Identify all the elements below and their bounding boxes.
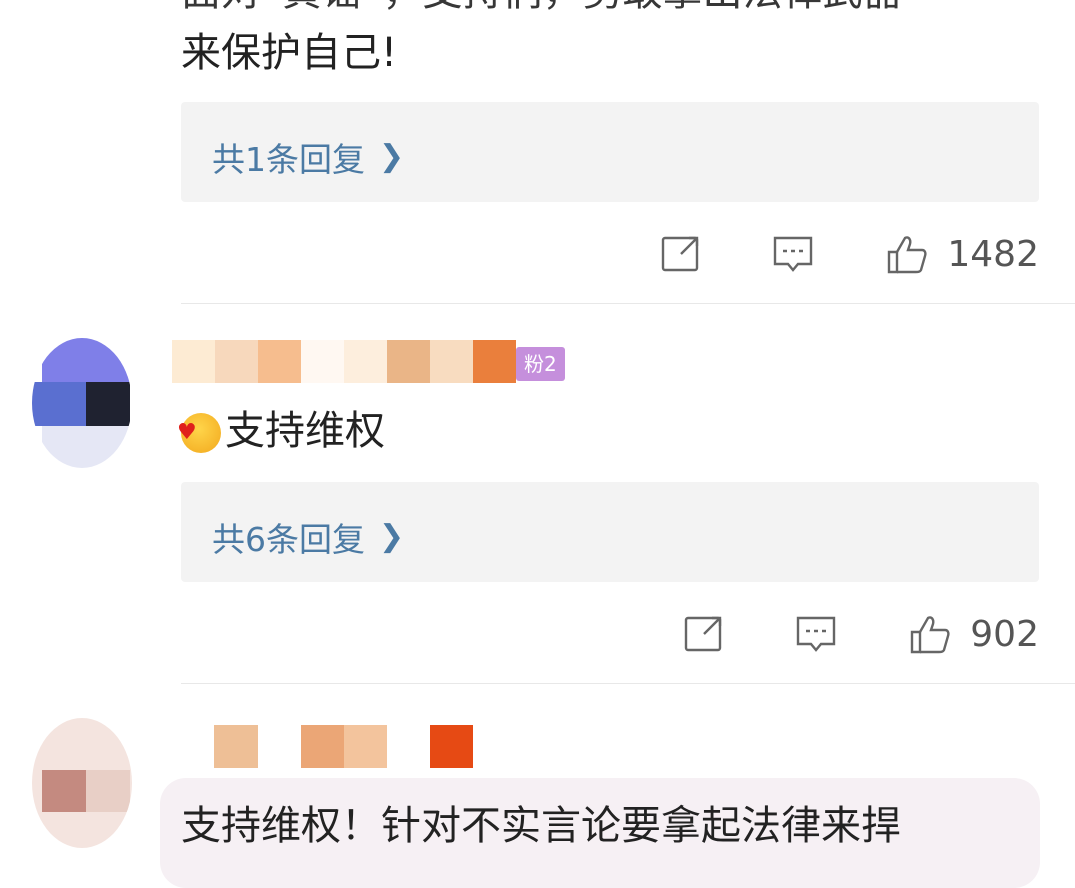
share-icon[interactable] xyxy=(682,612,726,656)
like-icon[interactable] xyxy=(885,232,929,276)
divider xyxy=(181,683,1075,684)
divider xyxy=(181,303,1075,304)
comment-icon[interactable] xyxy=(794,612,838,656)
like-count: 1482 xyxy=(947,233,1039,275)
comment-2-body: 支持维权 xyxy=(225,408,385,454)
comment-1-text: 来保护自己! xyxy=(181,30,398,76)
comment-2-replies-box: 共6条回复 ❯ xyxy=(181,482,1039,582)
comment-1-actions: 1482 xyxy=(659,232,1039,276)
comment-2-actions: 902 xyxy=(682,612,1039,656)
comment-2-replies-link[interactable]: 共6条回复 ❯ xyxy=(212,513,404,561)
fan-badge: 粉2 xyxy=(516,347,565,381)
chevron-right-icon: ❯ xyxy=(379,518,405,554)
comment-2-text: 支持维权 xyxy=(177,405,385,459)
like-icon[interactable] xyxy=(908,612,952,656)
avatar[interactable] xyxy=(32,718,132,848)
like-count: 902 xyxy=(970,613,1039,655)
comment-1-replies-link[interactable]: 共1条回复 ❯ xyxy=(212,133,404,181)
replies-count-label: 共1条回复 xyxy=(212,140,365,179)
avatar[interactable] xyxy=(32,338,132,468)
chevron-right-icon: ❯ xyxy=(379,138,405,174)
comment-1-replies-box: 共1条回复 ❯ xyxy=(181,102,1039,202)
username-obscured[interactable] xyxy=(172,340,516,383)
username-obscured[interactable] xyxy=(214,725,473,768)
comment-1-text-top: 面对“黄谣”，支持们，勇敢拿出法律武器 xyxy=(181,0,902,18)
blushing-face-heart-icon xyxy=(177,407,221,459)
comment-icon[interactable] xyxy=(771,232,815,276)
share-icon[interactable] xyxy=(659,232,703,276)
comment-3-text: 支持维权！针对不实言论要拿起法律来捍 xyxy=(181,803,901,849)
replies-count-label: 共6条回复 xyxy=(212,520,365,559)
comment-1-meta-blurred xyxy=(181,238,521,274)
